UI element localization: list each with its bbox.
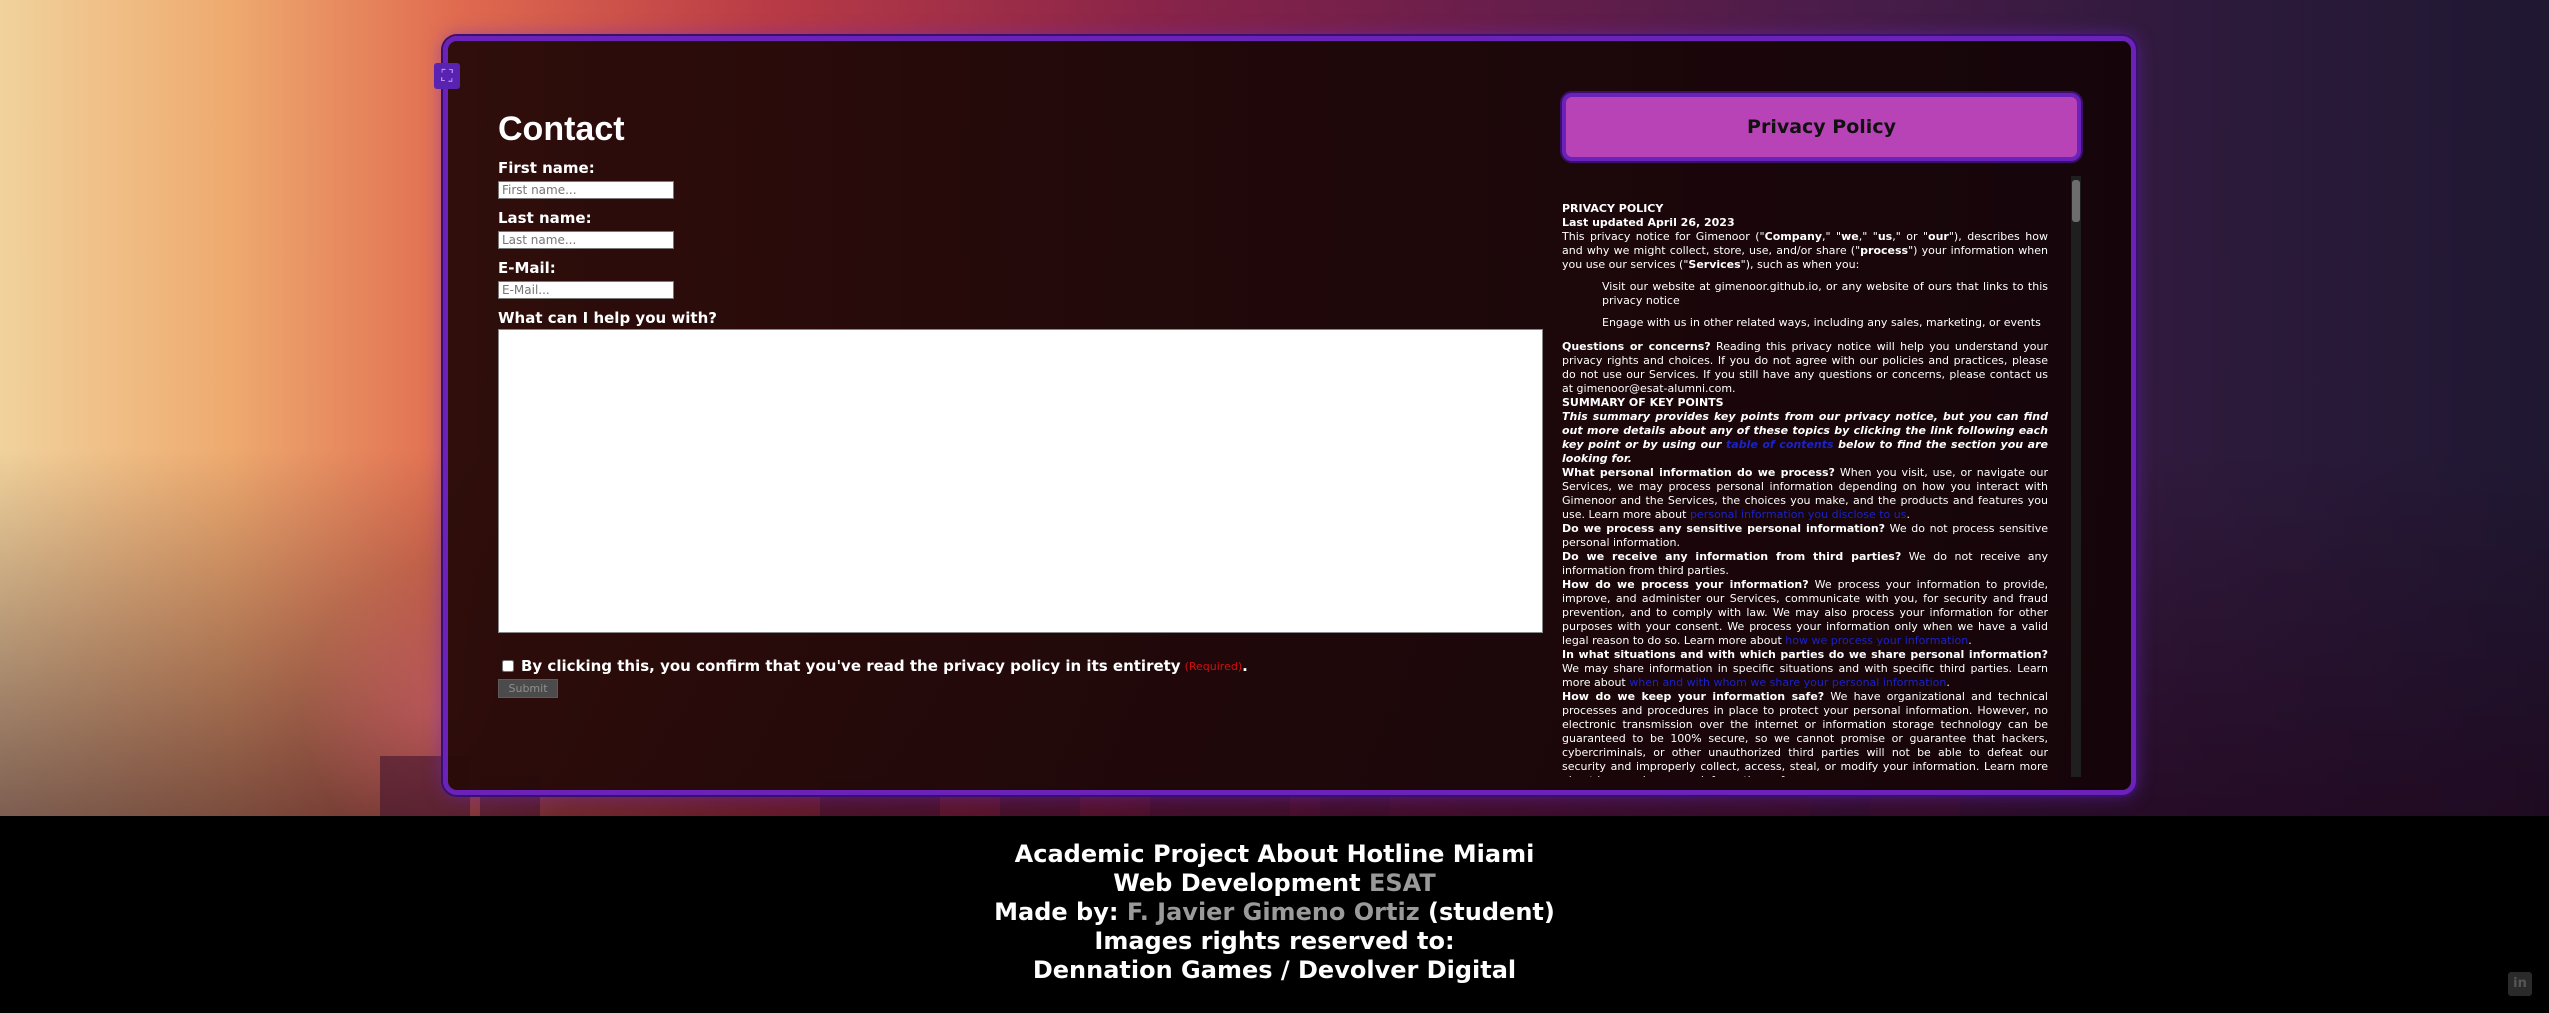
last-name-input[interactable] bbox=[498, 231, 674, 249]
contact-title: Contact bbox=[498, 110, 625, 148]
footer-course: Web Development ESAT bbox=[1113, 869, 1436, 897]
key-point: How do we keep your information safe? We… bbox=[1562, 690, 2048, 777]
contact-form: Contact First name: Last name: E-Mail: W… bbox=[498, 110, 1543, 698]
policy-questions: Questions or concerns? Reading this priv… bbox=[1562, 340, 2048, 395]
policy-intro: This privacy notice for Gimenoor ("Compa… bbox=[1562, 230, 2048, 271]
linkedin-icon[interactable]: in bbox=[2508, 972, 2532, 996]
consent-row: By clicking this, you confirm that you'v… bbox=[498, 657, 1543, 675]
privacy-policy-button[interactable]: Privacy Policy bbox=[1562, 93, 2081, 161]
policy-heading: PRIVACY POLICY bbox=[1562, 202, 1664, 215]
key-point: How do we process your information? We p… bbox=[1562, 578, 2049, 647]
last-name-label: Last name: bbox=[498, 209, 592, 227]
email-label: E-Mail: bbox=[498, 259, 556, 277]
policy-list-item: Visit our website at gimenoor.github.io,… bbox=[1602, 280, 2048, 307]
fullscreen-icon[interactable]: ⛶ bbox=[434, 63, 460, 89]
table-of-contents-link[interactable]: table of contents bbox=[1726, 438, 1834, 451]
consent-period: . bbox=[1242, 657, 1248, 675]
message-label: What can I help you with? bbox=[498, 309, 717, 327]
key-point: In what situations and with which partie… bbox=[1562, 648, 2048, 689]
key-point: What personal information do we process?… bbox=[1562, 466, 2048, 521]
email-input[interactable] bbox=[498, 281, 674, 299]
privacy-policy-scroll[interactable]: PRIVACY POLICY Last updated April 26, 20… bbox=[1562, 176, 2081, 777]
submit-button[interactable]: Submit bbox=[498, 679, 558, 698]
footer-rights: Images rights reserved to: bbox=[1094, 927, 1455, 955]
first-name-input[interactable] bbox=[498, 181, 674, 199]
consent-text: By clicking this, you confirm that you'v… bbox=[521, 657, 1181, 675]
footer-owners: Dennation Games / Devolver Digital bbox=[1032, 956, 1517, 984]
footer-project: Academic Project About Hotline Miami bbox=[1014, 840, 1535, 868]
policy-scrollbar[interactable] bbox=[2071, 176, 2081, 777]
key-point: Do we receive any information from third… bbox=[1562, 550, 2048, 577]
consent-checkbox[interactable] bbox=[502, 660, 514, 672]
footer: Academic Project About Hotline Miami Web… bbox=[0, 816, 2549, 1013]
policy-list-item: Engage with us in other related ways, in… bbox=[1602, 316, 2041, 329]
process-info-link[interactable]: how we process your information bbox=[1785, 634, 1968, 647]
author-link[interactable]: F. Javier Gimeno Ortiz bbox=[1127, 898, 1420, 926]
privacy-policy-text: PRIVACY POLICY Last updated April 26, 20… bbox=[1562, 176, 2048, 777]
footer-author: Made by: F. Javier Gimeno Ortiz (student… bbox=[994, 898, 1555, 926]
policy-updated: Last updated April 26, 2023 bbox=[1562, 216, 1735, 229]
required-label: (Required) bbox=[1184, 659, 1243, 673]
first-name-label: First name: bbox=[498, 159, 595, 177]
summary-heading: SUMMARY OF KEY POINTS bbox=[1562, 396, 1724, 409]
esat-link[interactable]: ESAT bbox=[1369, 869, 1436, 897]
share-info-link[interactable]: when and with whom we share your persona… bbox=[1629, 676, 1946, 689]
personal-info-link[interactable]: personal information you disclose to us bbox=[1690, 508, 1907, 521]
message-textarea[interactable] bbox=[498, 329, 1543, 633]
key-point: Do we process any sensitive personal inf… bbox=[1562, 522, 2048, 549]
scrollbar-thumb[interactable] bbox=[2072, 180, 2080, 222]
summary-intro: This summary provides key points from ou… bbox=[1562, 410, 2048, 465]
